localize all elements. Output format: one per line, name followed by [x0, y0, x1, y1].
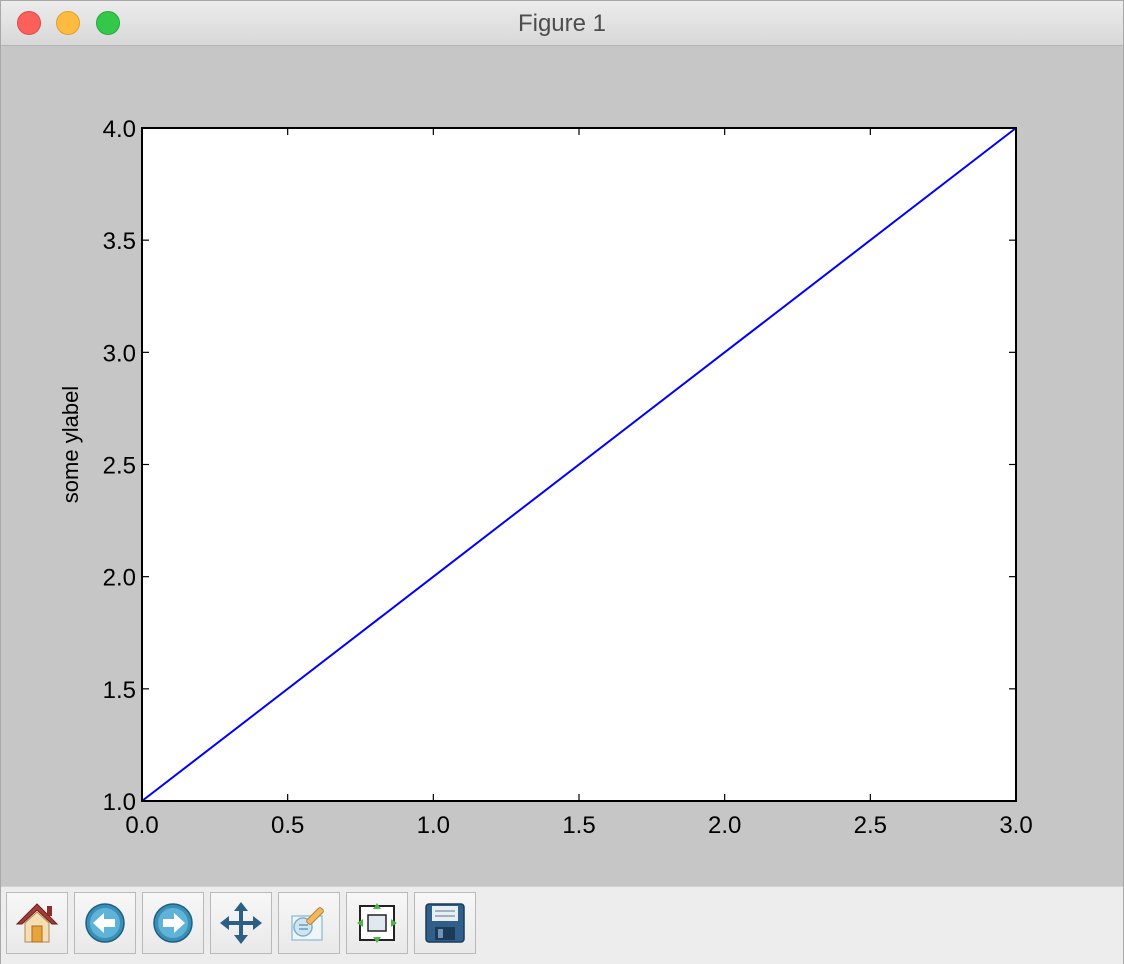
y-tick-labels: 1.0 1.5 2.0 2.5 3.0 3.5 4.0 — [103, 116, 136, 816]
forward-arrow-icon — [153, 903, 193, 943]
floppy-disk-icon — [425, 903, 465, 943]
zoom-rect-icon — [291, 907, 324, 941]
home-button[interactable] — [6, 892, 68, 954]
x-tick-label: 3.0 — [999, 812, 1032, 839]
move-arrows-icon — [220, 902, 262, 944]
y-axis-label: some ylabel — [58, 386, 83, 503]
title-bar[interactable]: Figure 1 — [1, 1, 1123, 46]
forward-button[interactable] — [142, 892, 204, 954]
y-tick-label: 4.0 — [103, 116, 136, 143]
subplots-config-icon — [357, 903, 397, 943]
y-tick-label: 3.0 — [103, 340, 136, 367]
y-tick-label: 1.0 — [103, 789, 136, 816]
zoom-to-rect-button[interactable] — [278, 892, 340, 954]
figure-canvas[interactable]: 0.0 0.5 1.0 1.5 2.0 2.5 3.0 1.0 1.5 2.0 2.5 3.0 3.5… — [1, 46, 1123, 886]
navigation-toolbar — [1, 886, 1123, 964]
figure-window: Figure 1 0.0 0.5 1.0 1.5 2.0 2.5 3.0 1.0 1.5 2.0… — [0, 0, 1124, 964]
x-tick-label: 0.5 — [271, 812, 304, 839]
window-title: Figure 1 — [517, 10, 607, 37]
pan-button[interactable] — [210, 892, 272, 954]
x-tick-labels: 0.0 0.5 1.0 1.5 2.0 2.5 3.0 — [125, 812, 1032, 839]
y-tick-label: 3.5 — [103, 228, 136, 255]
home-icon — [15, 903, 59, 943]
x-tick-label: 2.0 — [708, 812, 741, 839]
x-tick-label: 1.5 — [562, 812, 595, 839]
x-tick-label: 2.5 — [854, 812, 887, 839]
y-tick-label: 2.5 — [103, 453, 136, 480]
x-tick-label: 1.0 — [417, 812, 450, 839]
save-button[interactable] — [414, 892, 476, 954]
y-tick-label: 1.5 — [103, 677, 136, 704]
subplots-button[interactable] — [346, 892, 408, 954]
back-button[interactable] — [74, 892, 136, 954]
back-arrow-icon — [85, 903, 125, 943]
y-tick-label: 2.0 — [103, 565, 136, 592]
line-chart: 0.0 0.5 1.0 1.5 2.0 2.5 3.0 1.0 1.5 2.0 2.5 3.0 3.5… — [58, 116, 1033, 839]
x-tick-label: 0.0 — [125, 812, 158, 839]
